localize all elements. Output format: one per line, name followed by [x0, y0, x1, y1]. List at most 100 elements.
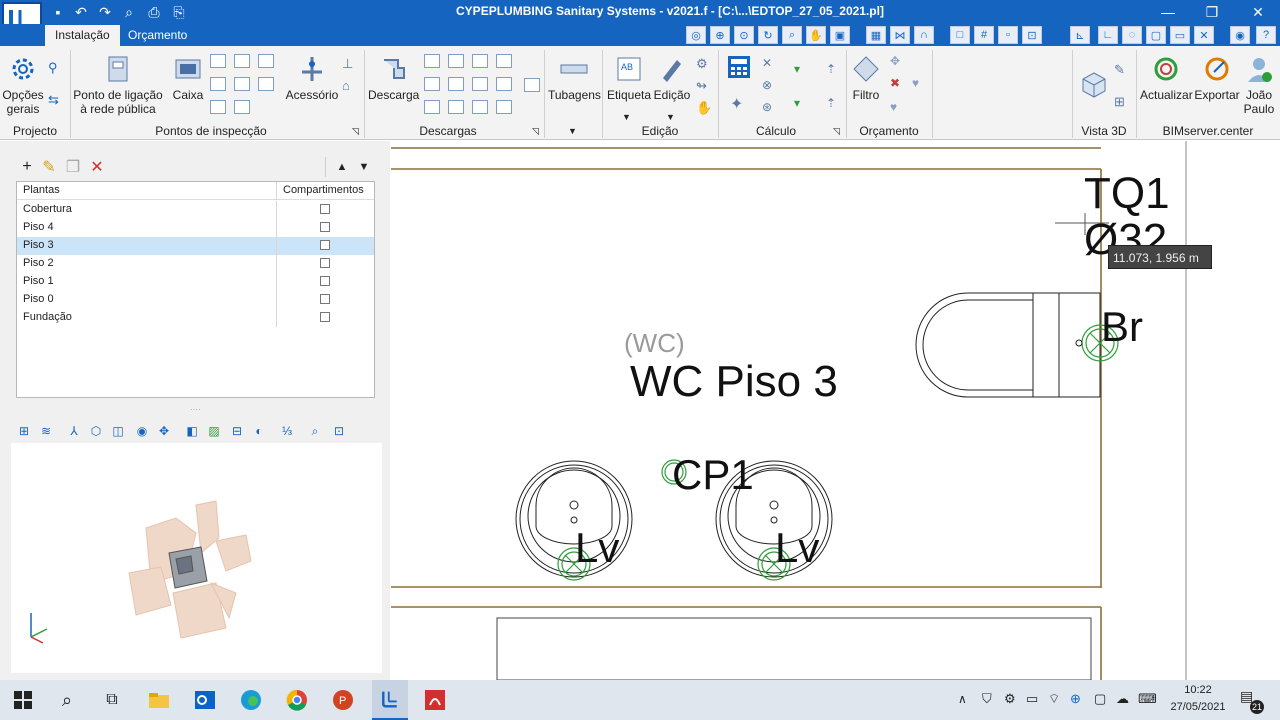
fixture-icon[interactable] [524, 78, 540, 92]
fixture-icon[interactable] [472, 77, 488, 91]
table-row[interactable]: Cobertura [17, 201, 374, 219]
battery-icon[interactable]: ▭ [1026, 691, 1038, 707]
restore-button[interactable]: ❐ [1192, 2, 1232, 22]
clock-date[interactable]: 27/05/2021 [1166, 701, 1230, 713]
regen-icon[interactable]: ↻ [758, 26, 778, 44]
edicao-button[interactable]: Edição [652, 54, 692, 102]
compartimentos-checkbox[interactable] [320, 240, 330, 250]
caixa-variant-icon[interactable] [234, 54, 250, 68]
group-launcher-icon[interactable]: ◹ [532, 126, 539, 137]
caixa-variant-icon[interactable] [210, 100, 226, 114]
polar-icon[interactable]: ⊡ [1022, 26, 1042, 44]
add-icon[interactable]: + [18, 158, 36, 176]
save-icon[interactable]: ▪ [48, 3, 68, 21]
orbit-icon[interactable]: ◌ [1122, 26, 1142, 44]
cube-3d-icon[interactable] [1080, 70, 1108, 98]
frame-view-icon[interactable]: ⊟ [229, 423, 245, 439]
tubagens-dropdown-icon[interactable]: ▼ [568, 126, 577, 136]
compartimentos-checkbox[interactable] [320, 276, 330, 286]
compartimentos-checkbox[interactable] [320, 294, 330, 304]
cube-view-icon[interactable]: ⬡ [88, 423, 104, 439]
fixture-icon[interactable] [472, 100, 488, 114]
delete-icon[interactable]: ✕ [88, 158, 106, 176]
tray-expand-icon[interactable]: ∧ [958, 692, 967, 706]
table-row[interactable]: Piso 3 [17, 237, 374, 255]
layers-view-icon[interactable]: ≋ [38, 423, 54, 439]
zoom-window-icon[interactable]: ◎ [686, 26, 706, 44]
table-row[interactable]: Fundação [17, 309, 374, 327]
pan-icon[interactable]: ✋ [806, 26, 826, 44]
caixa-variant-icon[interactable] [258, 77, 274, 91]
measure-icon[interactable]: ⊾ [1070, 26, 1090, 44]
text-3d-icon[interactable]: ⅓ [279, 423, 295, 439]
zoom-window-3d-icon[interactable]: ⊡ [331, 423, 347, 439]
keyboard-icon[interactable]: ⌨ [1138, 691, 1157, 707]
acrobat-icon[interactable] [420, 686, 450, 714]
chrome-icon[interactable] [282, 686, 312, 714]
tab-orcamento[interactable]: Orçamento [118, 25, 197, 46]
table-row[interactable]: Piso 0 [17, 291, 374, 309]
drawing-canvas[interactable]: (WC) WC Piso 3 TQ1 Ø32 Br CP1 Lv Lv [391, 141, 1280, 681]
compartimentos-checkbox[interactable] [320, 312, 330, 322]
compartimentos-checkbox[interactable] [320, 222, 330, 232]
print-preview-icon[interactable]: ⎘ [169, 3, 189, 21]
network-icon[interactable]: ▢ [1094, 691, 1106, 707]
edicao-dropdown-icon[interactable]: ▼ [666, 112, 675, 122]
fixture-icon[interactable] [472, 54, 488, 68]
print-icon[interactable]: ⎙ [144, 3, 164, 21]
minimize-button[interactable]: — [1148, 2, 1188, 22]
tray-app-icon[interactable]: ⊕ [1070, 691, 1081, 707]
undo-icon[interactable]: ↶ [71, 3, 91, 21]
fixture-icon[interactable] [448, 77, 464, 91]
edit-tool-icon[interactable]: ↬ [696, 78, 707, 94]
fixture-icon[interactable] [448, 100, 464, 114]
ponto-ligacao-button[interactable]: Ponto de ligação à rede pública [72, 54, 164, 116]
budget-tool-icon[interactable]: ✖ [890, 76, 900, 90]
filtro-button[interactable]: Filtro [848, 54, 884, 102]
group-launcher-icon[interactable]: ◹ [352, 126, 359, 137]
tools-icon[interactable]: ✕ [1194, 26, 1214, 44]
block-icon[interactable]: ▢ [1146, 26, 1166, 44]
calc-tool-icon[interactable]: ⇡ [826, 62, 836, 76]
fixture-icon[interactable] [424, 77, 440, 91]
acessorio-button[interactable]: Acessório [284, 54, 340, 102]
etiqueta-dropdown-icon[interactable]: ▼ [622, 112, 631, 122]
opcoes-gerais-button[interactable]: Opções gerais [2, 54, 44, 116]
pin-icon[interactable]: ⚲ [48, 60, 64, 76]
grid-view-icon[interactable]: ▨ [206, 423, 222, 439]
zoom-in-icon[interactable]: ⌕ [782, 26, 802, 44]
magnet-icon[interactable]: ∩ [914, 26, 934, 44]
edit-tool-icon[interactable]: ✋ [696, 100, 712, 116]
comment-icon[interactable]: ▭ [1170, 26, 1190, 44]
budget-tool-icon[interactable]: ♥ [890, 100, 897, 114]
eye-view-icon[interactable]: ◉ [134, 423, 150, 439]
layers-icon[interactable]: ▦ [866, 26, 886, 44]
caixa-variant-icon[interactable] [234, 100, 250, 114]
exportar-button[interactable]: Exportar [1194, 54, 1240, 102]
move-up-icon[interactable]: ▲ [333, 158, 351, 176]
copy-icon[interactable]: ❐ [64, 158, 82, 176]
table-row[interactable]: Piso 4 [17, 219, 374, 237]
redo-icon[interactable]: ↷ [95, 3, 115, 21]
clock-time[interactable]: 10:22 [1168, 684, 1228, 696]
caixa-variant-icon[interactable] [210, 54, 226, 68]
panel-splitter-handle[interactable]: ···· [190, 406, 204, 414]
fixture-icon[interactable] [496, 54, 512, 68]
zoom-3d-icon[interactable]: ⌕ [307, 423, 323, 439]
section-icon[interactable]: ◧ [184, 423, 200, 439]
edit-pencil-icon[interactable]: ✎ [40, 158, 58, 176]
snap-icon[interactable]: ⋈ [890, 26, 910, 44]
wand-icon[interactable]: ✦ [730, 94, 743, 114]
move-down-icon[interactable]: ▼ [355, 158, 373, 176]
view-icon[interactable]: ▣ [830, 26, 850, 44]
task-view-icon[interactable]: ⧉ [97, 686, 127, 714]
close-button[interactable]: ✕ [1238, 2, 1278, 22]
caixa-button[interactable]: Caixa [168, 54, 208, 102]
ortho-icon[interactable]: □ [950, 26, 970, 44]
windows-start-icon[interactable] [8, 686, 38, 714]
file-explorer-icon[interactable] [144, 686, 174, 714]
compartimentos-checkbox[interactable] [320, 204, 330, 214]
view3d-tool-icon[interactable]: ✎ [1114, 62, 1125, 78]
cypeplumbing-taskbar-icon[interactable] [372, 680, 408, 720]
calc-tool-icon[interactable]: ⇡ [826, 96, 836, 110]
